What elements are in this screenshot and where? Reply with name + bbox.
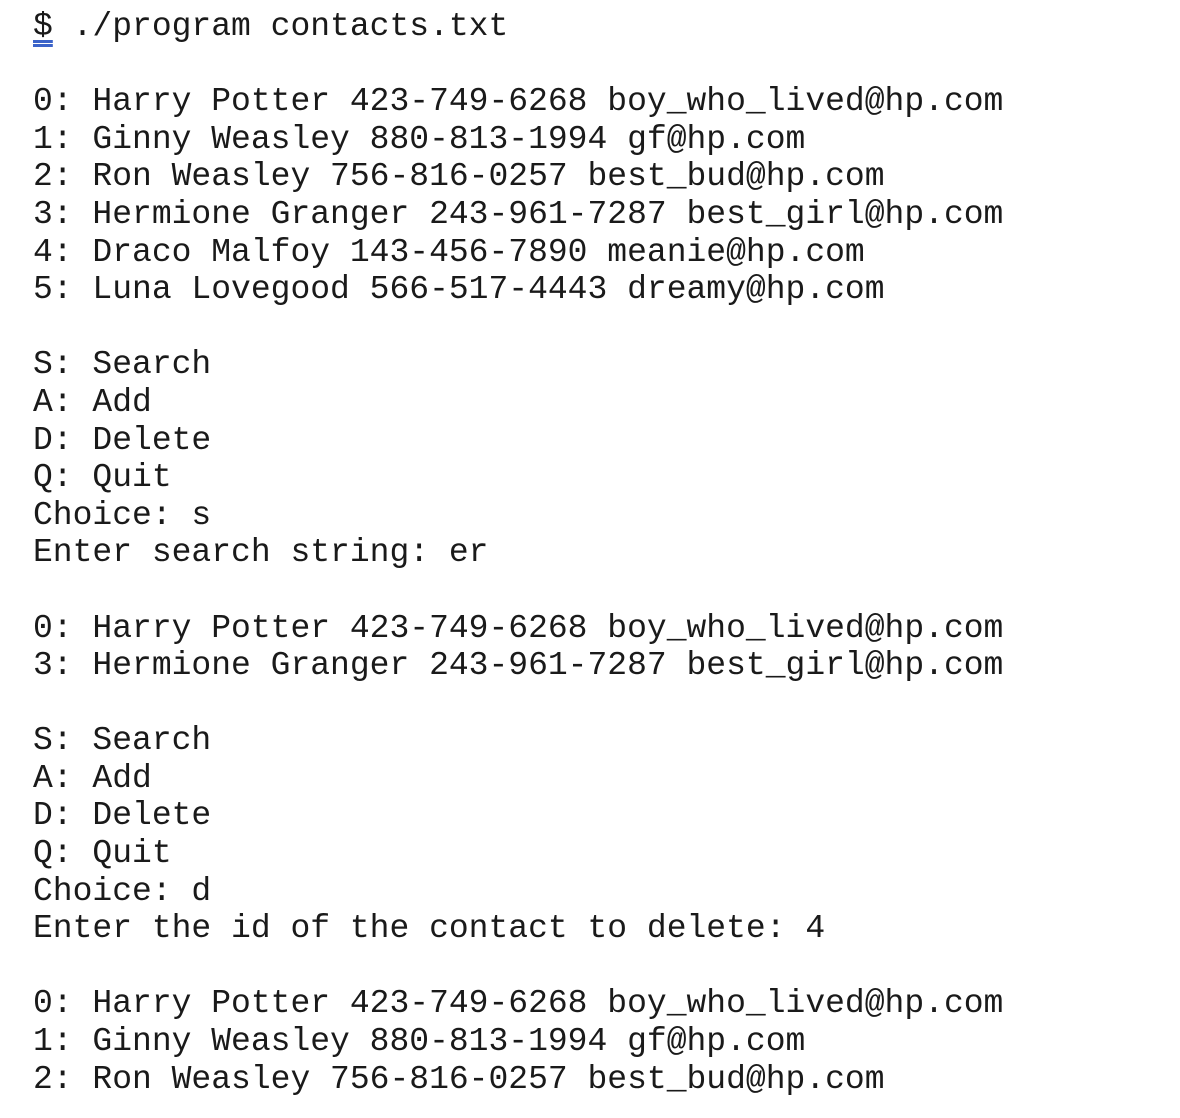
final-contact-list: 0: Harry Potter 423-749-6268 boy_who_liv… [33,985,1163,1098]
choice-line: Choice: s [33,496,212,534]
contact-line: 2: Ron Weasley 756-816-0257 best_bud@hp.… [33,1060,885,1098]
menu-option-search: S: Search [33,722,212,760]
menu-option-search: S: Search [33,346,212,384]
contact-line: 3: Hermione Granger 243-961-7287 best_gi… [33,195,1004,233]
menu-block-2: S: Search A: Add D: Delete Q: Quit Choic… [33,722,1163,948]
terminal-output: $ ./program contacts.txt 0: Harry Potter… [33,8,1163,1108]
menu-option-delete: D: Delete [33,421,212,459]
delete-prompt-line: Enter the id of the contact to delete: 4 [33,910,826,948]
contact-line: 5: Luna Lovegood 566-517-4443 dreamy@hp.… [33,271,885,309]
choice-line: Choice: d [33,872,212,910]
initial-contact-list: 0: Harry Potter 423-749-6268 boy_who_liv… [33,83,1163,309]
contact-line: 3: Hermione Granger 243-961-7287 best_gi… [33,647,1004,685]
menu-block-1: S: Search A: Add D: Delete Q: Quit Choic… [33,346,1163,572]
contact-line: 1: Ginny Weasley 880-813-1994 gf@hp.com [33,120,806,158]
contact-line: 0: Harry Potter 423-749-6268 boy_who_liv… [33,609,1004,647]
prompt-symbol: $ [33,8,53,45]
menu-option-delete: D: Delete [33,797,212,835]
menu-option-add: A: Add [33,383,152,421]
contact-line: 0: Harry Potter 423-749-6268 boy_who_liv… [33,83,1004,121]
command-line: $ ./program contacts.txt [33,8,1163,46]
search-results-list: 0: Harry Potter 423-749-6268 boy_who_liv… [33,610,1163,685]
search-prompt-line: Enter search string: er [33,534,489,572]
contact-line: 4: Draco Malfoy 143-456-7890 meanie@hp.c… [33,233,865,271]
menu-option-quit: Q: Quit [33,459,172,497]
command-text: ./program contacts.txt [52,8,509,45]
menu-option-add: A: Add [33,759,152,797]
contact-line: 2: Ron Weasley 756-816-0257 best_bud@hp.… [33,158,885,196]
contact-line: 1: Ginny Weasley 880-813-1994 gf@hp.com [33,1023,806,1061]
menu-option-quit: Q: Quit [33,835,172,873]
contact-line: 0: Harry Potter 423-749-6268 boy_who_liv… [33,985,1004,1023]
